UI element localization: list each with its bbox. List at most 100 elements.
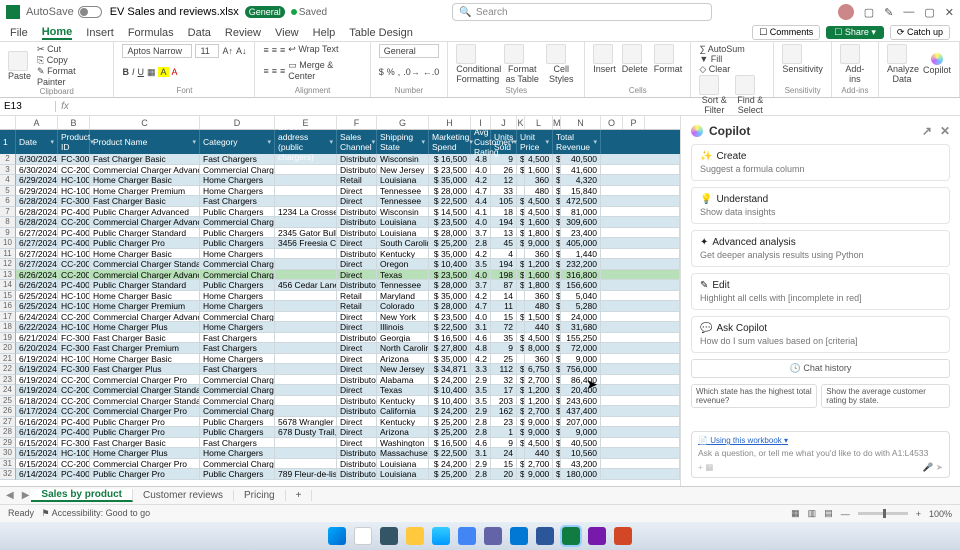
cell[interactable]: PC-4001 xyxy=(58,280,90,291)
cell[interactable] xyxy=(275,385,337,396)
cell[interactable]: 15,840 xyxy=(561,186,601,197)
cell[interactable]: Fast Chargers xyxy=(200,364,275,375)
cell[interactable]: $ 23,500 xyxy=(429,217,471,228)
cell[interactable]: CC-2001 xyxy=(58,396,90,407)
cell[interactable]: 6/27/2024 xyxy=(16,228,58,239)
cell[interactable]: 360 xyxy=(525,175,553,186)
cell[interactable]: 72 xyxy=(491,322,517,333)
cell[interactable]: Distributor xyxy=(337,469,377,480)
cell[interactable]: Home Chargers xyxy=(200,249,275,260)
table-row[interactable]: 246/19/2024CC-2001Commercial Charger Sta… xyxy=(0,385,680,396)
cell[interactable]: 11 xyxy=(0,249,16,260)
cell[interactable] xyxy=(275,217,337,228)
cell[interactable] xyxy=(275,186,337,197)
col-header[interactable]: L xyxy=(525,116,553,129)
cell[interactable]: 156,600 xyxy=(561,280,601,291)
view-layout-icon[interactable]: ▥ xyxy=(808,508,817,519)
cell[interactable]: 6/16/2024 xyxy=(16,417,58,428)
col-header[interactable]: D xyxy=(200,116,275,129)
view-break-icon[interactable]: ▤ xyxy=(824,508,833,519)
cell[interactable]: Direct xyxy=(337,259,377,270)
cell[interactable]: 316,800 xyxy=(561,270,601,281)
cell[interactable]: 35 xyxy=(491,333,517,344)
table-row[interactable]: 46/29/2024HC-1001Home Charger BasicHome … xyxy=(0,175,680,186)
cell[interactable]: $ xyxy=(553,406,561,417)
cell[interactable]: California xyxy=(377,406,429,417)
zoom-out-icon[interactable]: — xyxy=(841,509,850,519)
cell[interactable]: 4.2 xyxy=(471,175,491,186)
sheet-tab-sales[interactable]: Sales by product xyxy=(31,489,133,502)
cell[interactable]: 194 xyxy=(491,217,517,228)
cell[interactable]: $ 22,500 xyxy=(429,322,471,333)
cell[interactable]: 4.0 xyxy=(471,217,491,228)
table-row[interactable]: 256/18/2024CC-2001Commercial Charger Sta… xyxy=(0,396,680,407)
find-select-icon[interactable] xyxy=(735,75,755,95)
cell[interactable]: $ 28,000 xyxy=(429,301,471,312)
font-size-select[interactable]: 11 xyxy=(195,44,219,58)
cell[interactable]: 4,500 xyxy=(525,438,553,449)
cell[interactable]: 360 xyxy=(525,249,553,260)
cell[interactable]: $ 10,400 xyxy=(429,396,471,407)
cell[interactable]: 13 xyxy=(491,228,517,239)
cell[interactable]: 41,600 xyxy=(561,165,601,176)
cell[interactable]: Home Charger Basic xyxy=(90,291,200,302)
cell[interactable]: $ 25,200 xyxy=(429,238,471,249)
cell[interactable]: Commercial Charger Pro xyxy=(90,375,200,386)
cell[interactable]: $ xyxy=(517,238,525,249)
font-color-button[interactable]: A xyxy=(172,67,178,77)
cell[interactable]: Direct xyxy=(337,196,377,207)
table-row[interactable]: 316/15/2024CC-2003Commercial Charger Pro… xyxy=(0,459,680,470)
cell[interactable]: FC-3003 xyxy=(58,343,90,354)
cell[interactable]: Commercial Chargers xyxy=(200,270,275,281)
cell[interactable] xyxy=(275,312,337,323)
tab-data[interactable]: Data xyxy=(188,27,211,39)
cell[interactable]: 480 xyxy=(525,186,553,197)
cell[interactable]: $ xyxy=(553,364,561,375)
cell[interactable]: $ xyxy=(517,259,525,270)
cell[interactable]: PC-4003 xyxy=(58,469,90,480)
cell[interactable]: 24,000 xyxy=(561,312,601,323)
cell[interactable]: FC-3002 xyxy=(58,364,90,375)
cell[interactable]: Louisiana xyxy=(377,459,429,470)
zoom-level[interactable]: 100% xyxy=(929,509,952,519)
cell[interactable]: $ 25,200 xyxy=(429,469,471,480)
cell[interactable] xyxy=(275,154,337,165)
cell[interactable]: Louisiana xyxy=(377,175,429,186)
cell[interactable]: 4,320 xyxy=(561,175,601,186)
cell[interactable]: 2.9 xyxy=(471,459,491,470)
taskview-icon[interactable] xyxy=(380,527,398,545)
start-icon[interactable] xyxy=(328,527,346,545)
cell[interactable] xyxy=(275,249,337,260)
cell[interactable]: $ 25,200 xyxy=(429,427,471,438)
cell[interactable]: 4,500 xyxy=(525,333,553,344)
cell[interactable]: $ xyxy=(553,333,561,344)
inc-decimal-icon[interactable]: .0→ xyxy=(403,67,420,77)
cell[interactable]: Direct xyxy=(337,364,377,375)
cell[interactable]: $ xyxy=(553,270,561,281)
cell[interactable] xyxy=(275,270,337,281)
cell[interactable]: $ xyxy=(553,448,561,459)
cell[interactable]: FC-3001 xyxy=(58,154,90,165)
cell[interactable] xyxy=(275,459,337,470)
cell[interactable]: HC-1001 xyxy=(58,354,90,365)
cell[interactable]: Public Charger Pro xyxy=(90,417,200,428)
cell[interactable]: 4,500 xyxy=(525,196,553,207)
cell[interactable]: 6/20/2024 xyxy=(16,343,58,354)
table-row[interactable]: 86/28/2024CC-2002Commercial Charger Adva… xyxy=(0,217,680,228)
table-row[interactable]: 326/14/2024PC-4003Public Charger ProPubl… xyxy=(0,469,680,480)
cut-button[interactable]: ✂ Cut xyxy=(37,44,105,55)
cell[interactable]: Fast Chargers xyxy=(200,438,275,449)
cell[interactable]: Direct xyxy=(337,238,377,249)
cell[interactable]: $ 16,500 xyxy=(429,333,471,344)
cell[interactable]: Commercial Charger Pro xyxy=(90,406,200,417)
cell[interactable] xyxy=(275,375,337,386)
cell[interactable]: 45 xyxy=(491,238,517,249)
cell[interactable]: 26 xyxy=(491,165,517,176)
tab-help[interactable]: Help xyxy=(313,27,336,39)
attach-icon[interactable]: + xyxy=(698,462,703,472)
cell[interactable]: Fast Charger Basic xyxy=(90,154,200,165)
cell[interactable]: 112 xyxy=(491,364,517,375)
cell[interactable]: Distributor xyxy=(337,280,377,291)
cell[interactable]: Alabama xyxy=(377,375,429,386)
table-row[interactable]: 76/28/2024PC-4002Public Charger Advanced… xyxy=(0,207,680,218)
